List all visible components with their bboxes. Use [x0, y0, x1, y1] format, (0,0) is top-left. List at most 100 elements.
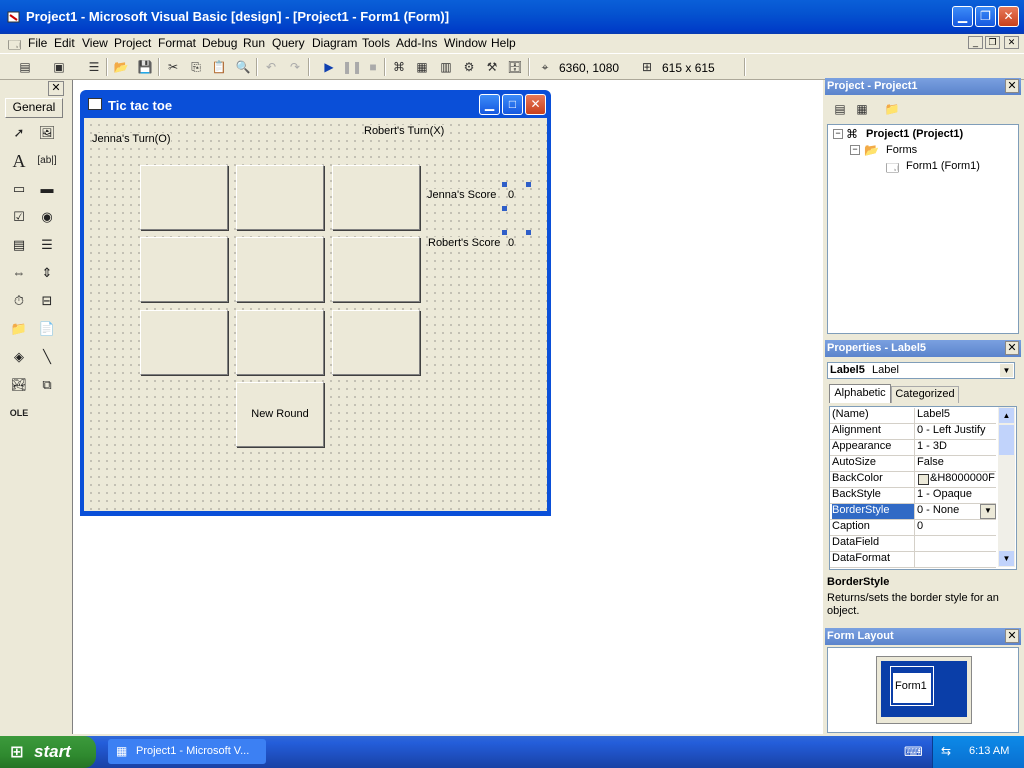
robert-score-label[interactable]: Robert's Score — [428, 237, 501, 249]
image-tool-icon[interactable]: 🏞 — [8, 374, 30, 396]
menu-debug[interactable]: Debug — [202, 36, 237, 50]
commandbutton-tool-icon[interactable]: ▬ — [36, 178, 58, 200]
form-canvas[interactable]: Jenna's Turn(O) Robert's Turn(X) New Rou… — [84, 118, 547, 511]
form-close-button[interactable]: ✕ — [525, 94, 546, 115]
property-row[interactable]: Alignment 0 - Left Justify — [830, 423, 996, 440]
line-tool-icon[interactable]: ╲ — [36, 346, 58, 368]
grid-button-6[interactable] — [332, 237, 420, 302]
view-code-icon[interactable]: ▤ — [831, 100, 849, 118]
scroll-thumb[interactable] — [999, 425, 1014, 455]
drivelistbox-tool-icon[interactable]: ⊟ — [36, 290, 58, 312]
property-value[interactable]: False — [917, 456, 997, 468]
hscrollbar-tool-icon[interactable]: ⇔ — [8, 262, 30, 284]
menu-editor-icon[interactable]: ☰ — [85, 58, 103, 76]
start-run-icon[interactable]: ▶ — [320, 58, 338, 76]
data-tool-icon[interactable]: ⧉ — [36, 374, 58, 396]
robert-turn-label[interactable]: Robert's Turn(X) — [364, 125, 445, 137]
menu-query[interactable]: Query — [272, 36, 305, 50]
dropdown-arrow-icon[interactable]: ▼ — [980, 504, 996, 519]
robert-score-value[interactable]: 0 — [508, 237, 515, 249]
clock[interactable]: 6:13 AM — [969, 745, 1009, 757]
shape-tool-icon[interactable]: ◈ — [8, 346, 30, 368]
selection-handle[interactable] — [502, 230, 507, 235]
filelistbox-tool-icon[interactable]: 📄 — [36, 318, 58, 340]
mdi-close-button[interactable]: ✕ — [1004, 36, 1019, 49]
menu-view[interactable]: View — [82, 36, 108, 50]
network-icon[interactable]: ⇆ — [941, 744, 951, 758]
grid-button-4[interactable] — [140, 237, 228, 302]
data-view-icon[interactable]: 🗄 — [506, 58, 524, 76]
taskbar-item-vb[interactable]: ▦ Project1 - Microsoft V... — [108, 739, 266, 764]
break-icon[interactable]: ❚❚ — [342, 58, 362, 76]
property-row[interactable]: BorderStyle 0 - None ▼ — [830, 503, 996, 520]
textbox-tool-icon[interactable]: [ab|] — [36, 150, 58, 172]
menu-file[interactable]: File — [28, 36, 47, 50]
toggle-folders-icon[interactable]: 📁 — [883, 100, 901, 118]
redo-icon[interactable]: ↷ — [286, 58, 304, 76]
form-maximize-button[interactable]: □ — [502, 94, 523, 115]
selection-handle[interactable] — [526, 230, 531, 235]
grid-button-7[interactable] — [140, 310, 228, 375]
frame-tool-icon[interactable]: ▭ — [8, 178, 30, 200]
ole-tool-icon[interactable]: OLE — [8, 402, 30, 424]
scroll-up-icon[interactable]: ▲ — [999, 408, 1014, 423]
dirlistbox-tool-icon[interactable]: 📁 — [8, 318, 30, 340]
tree-project-root[interactable]: Project1 (Project1) — [866, 128, 963, 140]
minimize-button[interactable]: ▁ — [952, 6, 973, 27]
jenna-score-label[interactable]: Jenna's Score — [427, 189, 497, 201]
paste-icon[interactable]: 📋 — [210, 58, 228, 76]
undo-icon[interactable]: ↶ — [262, 58, 280, 76]
end-icon[interactable]: ■ — [364, 58, 382, 76]
menu-addins[interactable]: Add-Ins — [396, 36, 437, 50]
combobox-tool-icon[interactable]: ▤ — [8, 234, 30, 256]
property-row[interactable]: BackStyle 1 - Opaque — [830, 487, 996, 504]
menu-diagram[interactable]: Diagram — [312, 36, 357, 50]
property-value[interactable]: 0 — [917, 520, 997, 532]
menu-edit[interactable]: Edit — [54, 36, 75, 50]
mdi-restore-button[interactable]: ❐ — [985, 36, 1000, 49]
toolbox-close-button[interactable]: ✕ — [48, 81, 64, 96]
title-bar[interactable]: Project1 - Microsoft Visual Basic [desig… — [0, 0, 1024, 34]
project-explorer-icon[interactable]: ⌘ — [390, 58, 408, 76]
menu-window[interactable]: Window — [444, 36, 487, 50]
property-value[interactable]: 1 - 3D — [917, 440, 997, 452]
toolbox-tab-general[interactable]: General — [5, 98, 63, 118]
menu-tools[interactable]: Tools — [362, 36, 390, 50]
object-selector[interactable]: Label5 Label ▼ — [827, 362, 1015, 379]
property-row[interactable]: Caption 0 — [830, 519, 996, 536]
tree-form1[interactable]: Form1 (Form1) — [906, 160, 980, 172]
selection-handle[interactable] — [502, 182, 507, 187]
grid-button-5[interactable] — [236, 237, 324, 302]
close-button[interactable]: ✕ — [998, 6, 1019, 27]
pointer-tool-icon[interactable]: ➚ — [8, 122, 30, 144]
property-row[interactable]: DataField — [830, 535, 996, 552]
grid-button-1[interactable] — [140, 165, 228, 230]
project-panel-close-button[interactable]: ✕ — [1005, 79, 1019, 93]
property-value[interactable]: Label5 — [917, 408, 997, 420]
optionbutton-tool-icon[interactable]: ◉ — [36, 206, 58, 228]
form-designer-window[interactable]: Tic tac toe ▁ □ ✕ Jenna's Turn(O) Robert… — [80, 90, 551, 516]
open-project-icon[interactable]: 📂 — [112, 58, 130, 76]
find-icon[interactable]: 🔍 — [234, 58, 252, 76]
grid-button-2[interactable] — [236, 165, 324, 230]
grid-button-3[interactable] — [332, 165, 420, 230]
properties-panel-close-button[interactable]: ✕ — [1005, 341, 1019, 355]
property-value[interactable]: 0 - Left Justify — [917, 424, 997, 436]
form-minimize-button[interactable]: ▁ — [479, 94, 500, 115]
picturebox-tool-icon[interactable]: 🖼 — [36, 122, 58, 144]
form-layout-icon[interactable]: ▥ — [437, 58, 455, 76]
object-browser-icon[interactable]: ⚙ — [460, 58, 478, 76]
property-row[interactable]: DataFormat — [830, 551, 996, 568]
property-row[interactable]: Appearance 1 - 3D — [830, 439, 996, 456]
dropdown-arrow-icon[interactable]: ▼ — [1000, 364, 1013, 377]
checkbox-tool-icon[interactable]: ☑ — [8, 206, 30, 228]
view-object-icon[interactable]: ▦ — [853, 100, 871, 118]
new-round-button[interactable]: New Round — [236, 382, 324, 447]
start-button[interactable]: ⊞ start — [0, 736, 96, 768]
keyboard-icon[interactable]: ⌨ — [904, 744, 923, 760]
grid-button-9[interactable] — [332, 310, 420, 375]
selection-handle[interactable] — [502, 206, 507, 211]
listbox-tool-icon[interactable]: ☰ — [36, 234, 58, 256]
property-row[interactable]: (Name) Label5 — [830, 407, 996, 424]
grid-button-8[interactable] — [236, 310, 324, 375]
